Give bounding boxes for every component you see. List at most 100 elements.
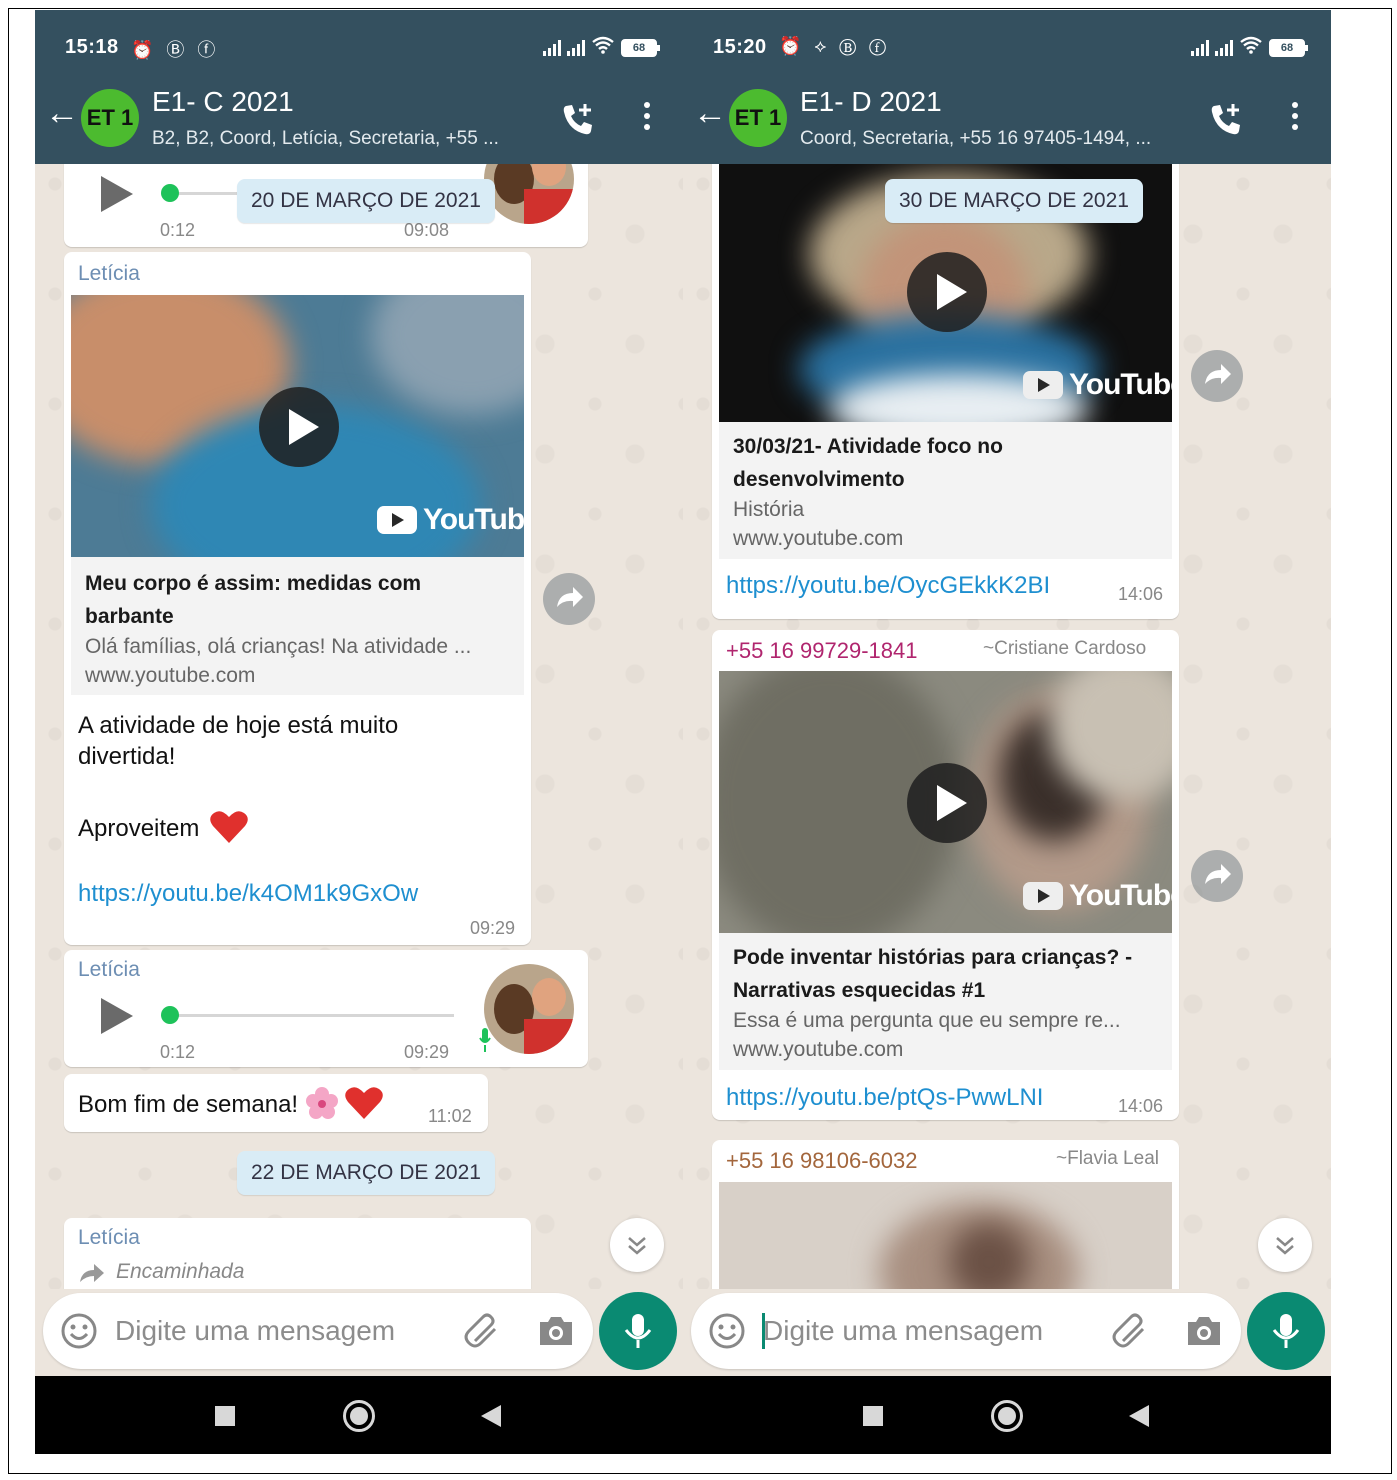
voice-sender-avatar bbox=[484, 964, 574, 1054]
forwarded-icon bbox=[80, 1264, 104, 1282]
chat-messages[interactable]: YouTube 30/03/21- Atividade foco no dese… bbox=[683, 164, 1331, 1289]
group-avatar[interactable]: ET 1 bbox=[729, 89, 787, 147]
message-text: divertida! bbox=[78, 743, 176, 770]
date-separator: 30 DE MARÇO DE 2021 bbox=[885, 179, 1143, 223]
recents-button[interactable] bbox=[863, 1406, 883, 1426]
camera-icon[interactable] bbox=[1185, 1314, 1223, 1348]
chat-messages[interactable]: 0:12 09:08 20 DE MARÇO DE 2021 Letícia Y… bbox=[35, 164, 683, 1289]
scroll-to-bottom-button[interactable] bbox=[1258, 1218, 1312, 1272]
back-button[interactable] bbox=[481, 1405, 501, 1427]
message-bubble: Letícia Encaminhada bbox=[64, 1218, 531, 1289]
signal-icon bbox=[543, 39, 561, 56]
voice-record-button[interactable] bbox=[1247, 1292, 1325, 1370]
attach-icon[interactable] bbox=[463, 1311, 503, 1351]
group-avatar[interactable]: ET 1 bbox=[81, 89, 139, 147]
link-preview-description: Olá famílias, olá crianças! Na atividade… bbox=[85, 635, 472, 658]
video-thumbnail[interactable]: YouTube bbox=[71, 295, 524, 557]
chat-participants[interactable]: B2, B2, Coord, Letícia, Secretaria, +55 … bbox=[152, 128, 499, 150]
sender-name[interactable]: Letícia bbox=[78, 1226, 140, 1250]
voice-progress-knob[interactable] bbox=[161, 1006, 179, 1024]
cherry-blossom-emoji bbox=[305, 1087, 338, 1119]
status-notification-icons: ⏰ Ⓑ ⓕ bbox=[131, 40, 220, 60]
message-input-bar[interactable]: Digite uma mensagem bbox=[691, 1293, 1241, 1369]
link-preview[interactable]: 30/03/21- Atividade foco no desenvolvime… bbox=[719, 422, 1172, 559]
add-call-icon[interactable] bbox=[1206, 100, 1246, 140]
link-preview-url: www.youtube.com bbox=[733, 1038, 904, 1061]
message-input-bar[interactable]: Digite uma mensagem bbox=[43, 1293, 593, 1369]
play-icon[interactable] bbox=[907, 252, 987, 332]
recents-button[interactable] bbox=[215, 1406, 235, 1426]
phone-right: 15:20 ⏰ ⟡ Ⓑ ⓕ 68 ← ET 1 E1- D 2021 Coord… bbox=[683, 10, 1331, 1454]
chat-header: ← ET 1 E1- D 2021 Coord, Secretaria, +55… bbox=[683, 72, 1331, 164]
sender-push-name: ~Cristiane Cardoso bbox=[983, 638, 1147, 659]
status-bar: 15:20 ⏰ ⟡ Ⓑ ⓕ 68 bbox=[683, 10, 1331, 72]
red-heart-emoji bbox=[210, 811, 248, 843]
chat-title[interactable]: E1- D 2021 bbox=[800, 86, 942, 118]
play-icon[interactable] bbox=[259, 387, 339, 467]
message-input[interactable]: Digite uma mensagem bbox=[115, 1315, 395, 1347]
emoji-icon[interactable] bbox=[60, 1312, 98, 1350]
battery-icon: 68 bbox=[621, 38, 660, 57]
message-bubble: +55 16 98106-6032 ~Flavia Leal bbox=[712, 1140, 1179, 1289]
voice-play-icon[interactable] bbox=[101, 998, 133, 1034]
mic-icon bbox=[624, 1314, 652, 1348]
youtube-link[interactable]: https://youtu.be/OycGEkkK2BI bbox=[726, 572, 1050, 600]
message-time: 14:06 bbox=[1118, 1096, 1164, 1116]
attach-icon[interactable] bbox=[1111, 1311, 1151, 1351]
back-button[interactable] bbox=[1129, 1405, 1149, 1427]
youtube-link[interactable]: https://youtu.be/k4OM1k9GxOw bbox=[78, 880, 418, 908]
message-time: 11:02 bbox=[428, 1106, 472, 1126]
link-preview-description: História bbox=[733, 498, 805, 521]
mic-icon bbox=[479, 1028, 491, 1052]
forward-button[interactable] bbox=[1191, 850, 1243, 902]
message-bubble: +55 16 99729-1841 ~Cristiane Cardoso You… bbox=[712, 630, 1179, 1120]
play-icon[interactable] bbox=[907, 763, 987, 843]
more-options-icon[interactable] bbox=[1289, 102, 1301, 138]
double-chevron-down-icon bbox=[628, 1237, 646, 1255]
chat-title[interactable]: E1- C 2021 bbox=[152, 86, 294, 118]
youtube-link[interactable]: https://youtu.be/ptQs-PwwLNI bbox=[726, 1084, 1043, 1112]
back-arrow-icon[interactable]: ← bbox=[693, 96, 727, 130]
link-preview[interactable]: Pode inventar histórias para crianças? -… bbox=[719, 933, 1172, 1070]
sender-name[interactable]: Letícia bbox=[78, 262, 140, 286]
message-time: 09:29 bbox=[404, 1042, 450, 1062]
link-preview-title: Pode inventar histórias para crianças? -… bbox=[733, 946, 1133, 1002]
camera-icon[interactable] bbox=[537, 1314, 575, 1348]
double-chevron-down-icon bbox=[1276, 1237, 1294, 1255]
chat-participants[interactable]: Coord, Secretaria, +55 16 97405-1494, ..… bbox=[800, 128, 1151, 150]
home-button[interactable] bbox=[991, 1400, 1023, 1432]
status-right-icons: 68 bbox=[543, 36, 660, 59]
link-preview[interactable]: Meu corpo é assim: medidas com barbante … bbox=[71, 557, 524, 695]
youtube-logo: YouTube bbox=[377, 503, 524, 537]
sender-phone[interactable]: +55 16 99729-1841 bbox=[726, 638, 917, 664]
voice-sender-avatar bbox=[484, 164, 574, 224]
message-text: Aproveitem bbox=[78, 810, 248, 844]
sender-name[interactable]: Letícia bbox=[78, 958, 140, 982]
voice-record-button[interactable] bbox=[599, 1292, 677, 1370]
forward-button[interactable] bbox=[543, 573, 595, 625]
status-notification-icons: ⏰ ⟡ Ⓑ ⓕ bbox=[779, 36, 890, 56]
video-thumbnail[interactable]: YouTube bbox=[719, 671, 1172, 933]
sender-phone[interactable]: +55 16 98106-6032 bbox=[726, 1148, 917, 1174]
forward-button[interactable] bbox=[1191, 350, 1243, 402]
voice-duration: 0:12 bbox=[160, 220, 196, 240]
battery-icon: 68 bbox=[1269, 38, 1308, 57]
back-arrow-icon[interactable]: ← bbox=[45, 96, 79, 130]
message-time: 09:29 bbox=[470, 918, 516, 938]
date-separator: 20 DE MARÇO DE 2021 bbox=[237, 179, 495, 223]
voice-message-bubble: Letícia 0:12 09:29 bbox=[64, 950, 588, 1067]
video-thumbnail[interactable] bbox=[719, 1182, 1172, 1289]
message-text: Bom fim de semana! bbox=[78, 1086, 384, 1120]
message-time: 14:06 bbox=[1118, 584, 1164, 604]
voice-play-icon[interactable] bbox=[101, 176, 133, 212]
add-call-icon[interactable] bbox=[558, 100, 598, 140]
scroll-to-bottom-button[interactable] bbox=[610, 1218, 664, 1272]
more-options-icon[interactable] bbox=[641, 102, 653, 138]
message-input[interactable]: Digite uma mensagem bbox=[763, 1315, 1043, 1347]
signal-icon bbox=[1191, 39, 1209, 56]
home-button[interactable] bbox=[343, 1400, 375, 1432]
android-nav-bar bbox=[683, 1376, 1331, 1454]
emoji-icon[interactable] bbox=[708, 1312, 746, 1350]
voice-progress-track[interactable] bbox=[174, 1014, 454, 1017]
voice-progress-knob[interactable] bbox=[161, 184, 179, 202]
